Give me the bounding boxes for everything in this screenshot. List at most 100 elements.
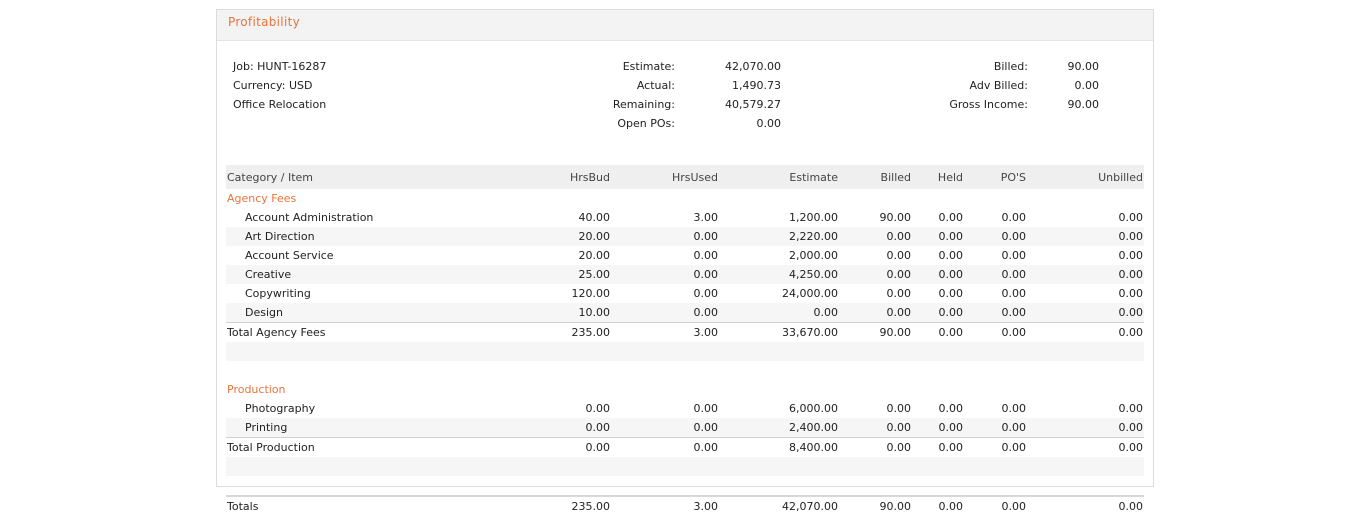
cell-hrsused: 0.00 [611,265,719,284]
profitability-panel: Profitability Job: HUNT-16287 Currency: … [216,9,1154,516]
col-header-category: Category / Item [226,165,526,189]
col-header-hrsbud: HrsBud [526,165,611,189]
cell-pos: 0.00 [964,227,1027,246]
cell-category: Photography [245,402,316,415]
table-row: Printing 0.00 0.00 2,400.00 0.00 0.00 0.00 0.00 [226,418,1144,438]
adv-billed-value: 0.00 [1074,79,1100,92]
cell-unbilled: 0.00 [1118,287,1144,300]
cell-billed: 0.00 [839,227,912,246]
cell-estimate: 2,000.00 [789,249,838,262]
adv-billed-label: Adv Billed: [969,79,1029,92]
cell-category: Printing [226,418,526,438]
estimate-value: 42,070.00 [725,60,781,73]
cell-estimate: 1,200.00 [789,211,838,224]
job-number: Job: HUNT-16287 [233,60,327,73]
open-pos-value: 0.00 [756,117,782,130]
cell-hrsbud: 20.00 [526,227,611,246]
actual-label: Actual: [636,79,675,92]
actual-value: 1,490.73 [732,79,781,92]
cell-unbilled: 0.00 [1027,437,1144,457]
cell-hrsused: 0.00 [611,227,719,246]
cell-estimate: 42,070.00 [719,495,839,516]
cell-held: 0.00 [912,322,964,342]
row-spacer [226,457,1144,476]
section-total-row: Total Agency Fees 235.00 3.00 33,670.00 90.0… [226,322,1144,342]
cell-billed: 90.00 [879,211,912,224]
cell-estimate: 0.00 [719,303,839,323]
table-row: Copywriting 120.00 0.00 24,000.00 0.00 0.00 0.… [226,284,1144,303]
row-spacer [226,476,1144,496]
grand-total-row: Totals 235.00 3.00 42,070.00 90.00 0.00 0.00 0.… [226,495,1144,516]
cell-hrsbud: 20.00 [578,249,611,262]
gross-income-value: 90.00 [1067,98,1100,111]
profitability-table: Category / Item HrsBud HrsUsed Estimate … [226,165,1144,516]
cell-hrsused: 0.00 [693,287,719,300]
cell-unbilled: 0.00 [1027,322,1144,342]
cell-unbilled: 0.00 [1027,303,1144,323]
cell-billed: 0.00 [839,418,912,438]
col-header-pos: PO'S [964,165,1027,189]
cell-estimate: 33,670.00 [719,322,839,342]
cell-held: 0.00 [912,495,964,516]
cell-held: 0.00 [938,211,964,224]
job-currency: Currency: USD [233,79,313,92]
cell-held: 0.00 [938,287,964,300]
cell-hrsbud: 120.00 [571,287,611,300]
cell-hrsbud: 0.00 [526,418,611,438]
cell-pos: 0.00 [964,418,1027,438]
cell-pos: 0.00 [1001,402,1027,415]
remaining-label: Remaining: [612,98,675,111]
billed-label: Billed: [993,60,1028,73]
cell-category: Design [226,303,526,323]
cell-unbilled: 0.00 [1118,211,1144,224]
table-body: Agency Fees Account Administration 40.00 3.… [226,189,1144,516]
cell-category: Totals [226,495,526,516]
cell-estimate: 24,000.00 [782,287,838,300]
cell-hrsbud: 0.00 [526,437,611,457]
cell-held: 0.00 [912,418,964,438]
row-spacer [226,342,1144,361]
cell-category: Creative [226,265,526,284]
cell-category: Total Agency Fees [226,322,526,342]
section-spacer [226,361,1144,380]
cell-billed: 0.00 [839,265,912,284]
cell-unbilled: 0.00 [1027,495,1144,516]
cell-held: 0.00 [912,265,964,284]
cell-category: Account Service [245,249,334,262]
section-total-row: Total Production 0.00 0.00 8,400.00 0.00 0.00… [226,437,1144,457]
table-row: Photography 0.00 0.00 6,000.00 0.00 0.00 0.00 0… [226,399,1144,418]
table-row: Creative 25.00 0.00 4,250.00 0.00 0.00 0.00 0.0… [226,265,1144,284]
cell-hrsused: 3.00 [693,211,719,224]
cell-estimate: 8,400.00 [719,437,839,457]
cell-held: 0.00 [912,227,964,246]
col-header-hrsused: HrsUsed [611,165,719,189]
cell-hrsused: 0.00 [611,418,719,438]
cell-pos: 0.00 [1001,211,1027,224]
cell-held: 0.00 [938,249,964,262]
cell-pos: 0.00 [964,495,1027,516]
cell-estimate: 6,000.00 [789,402,838,415]
cell-hrsbud: 10.00 [526,303,611,323]
cell-pos: 0.00 [964,322,1027,342]
cell-hrsused: 0.00 [693,249,719,262]
cell-pos: 0.00 [964,437,1027,457]
cell-unbilled: 0.00 [1118,402,1144,415]
cell-pos: 0.00 [1001,249,1027,262]
open-pos-label: Open POs: [617,117,675,130]
section-title: Agency Fees [227,192,297,205]
cell-unbilled: 0.00 [1118,249,1144,262]
cell-pos: 0.00 [964,303,1027,323]
cell-unbilled: 0.00 [1027,265,1144,284]
gross-income-label: Gross Income: [949,98,1028,111]
cell-estimate: 2,400.00 [719,418,839,438]
cell-pos: 0.00 [964,265,1027,284]
cell-billed: 90.00 [839,495,912,516]
cell-hrsbud: 25.00 [526,265,611,284]
cell-billed: 0.00 [839,437,912,457]
cell-hrsbud: 235.00 [526,322,611,342]
col-header-estimate: Estimate [719,165,839,189]
cell-hrsused: 0.00 [611,437,719,457]
cell-hrsused: 0.00 [693,402,719,415]
table-row: Art Direction 20.00 0.00 2,220.00 0.00 0.00 0.… [226,227,1144,246]
cell-pos: 0.00 [1001,287,1027,300]
